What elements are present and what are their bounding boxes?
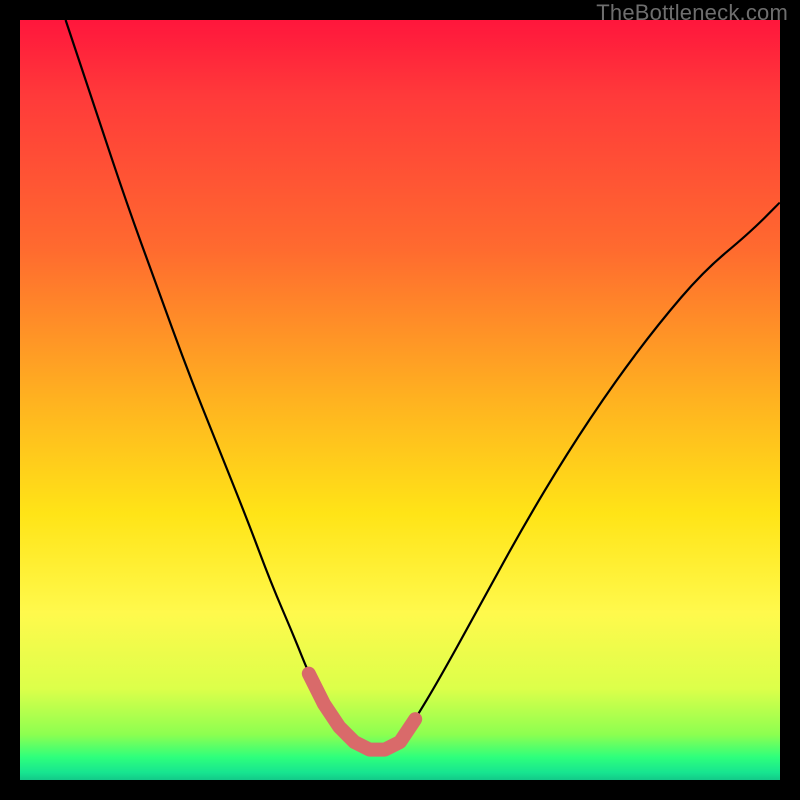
curve-svg <box>20 20 780 780</box>
plot-area <box>20 20 780 780</box>
optimal-highlight <box>309 674 415 750</box>
chart-frame: TheBottleneck.com <box>0 0 800 800</box>
bottleneck-curve <box>66 20 780 750</box>
